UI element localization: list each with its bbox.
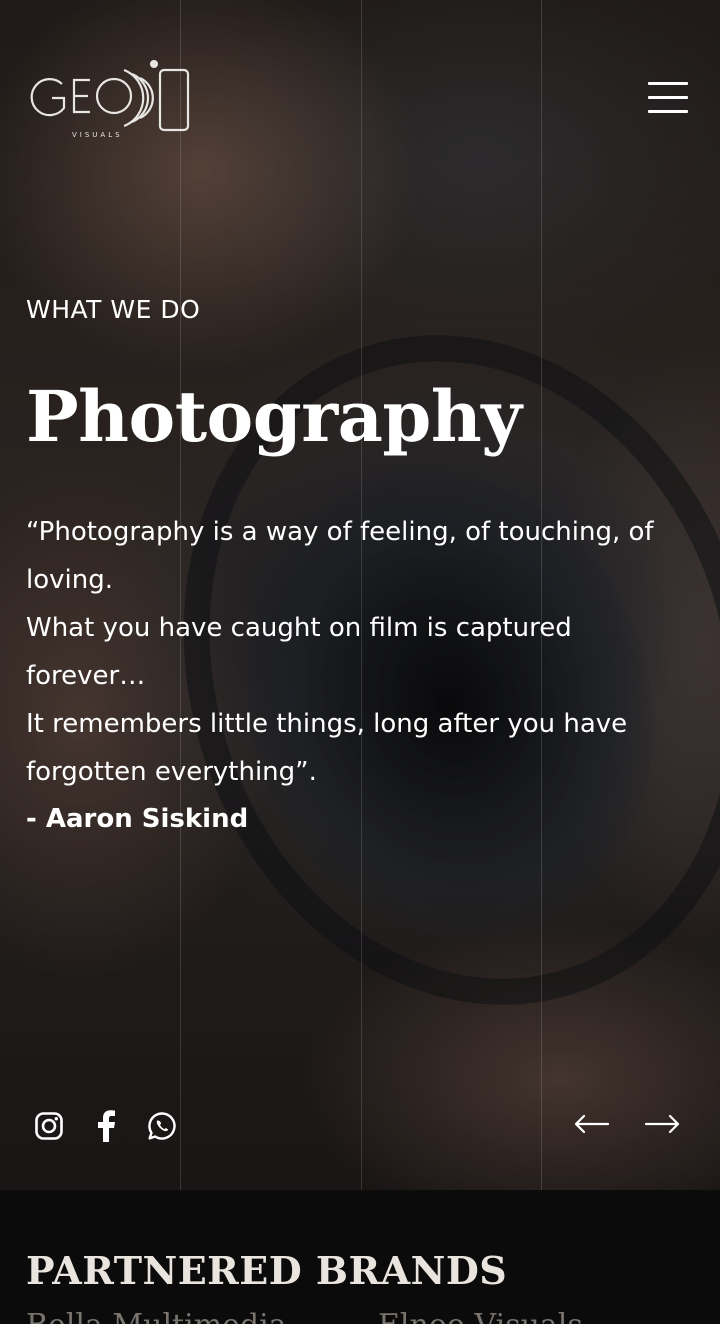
slider-prev-button[interactable]: [572, 1104, 612, 1144]
page-title: Photography: [26, 375, 522, 458]
svg-text:VISUALS: VISUALS: [72, 131, 123, 139]
brand-item[interactable]: Bella Multimedia: [26, 1308, 287, 1324]
facebook-link[interactable]: [86, 1106, 126, 1146]
brand-item[interactable]: Elnoo Visuals: [378, 1308, 583, 1324]
brands-title: PARTNERED BRANDS: [26, 1248, 508, 1293]
slider-next-button[interactable]: [642, 1104, 682, 1144]
quote-line: forgotten everything”.: [26, 757, 317, 787]
instagram-icon: [35, 1112, 63, 1140]
section-eyebrow: WHAT WE DO: [26, 295, 201, 324]
geo-visuals-logo-icon: VISUALS: [30, 60, 190, 139]
quote-author: - Aaron Siskind: [26, 804, 249, 834]
instagram-link[interactable]: [29, 1106, 69, 1146]
hero-section: VISUALS WHAT WE DO Photography “Photogra…: [0, 0, 720, 1190]
quote-line: It remembers little things, long after y…: [26, 709, 628, 739]
partnered-brands-section: PARTNERED BRANDS Bella Multimedia Elnoo …: [0, 1190, 720, 1324]
quote-line: What you have caught on film is captured: [26, 613, 572, 643]
quote-line: forever…: [26, 661, 146, 691]
menu-button[interactable]: [646, 80, 690, 114]
logo[interactable]: VISUALS: [28, 56, 192, 140]
hamburger-menu-icon: [648, 82, 688, 85]
quote-line: loving.: [26, 565, 113, 595]
arrow-right-icon: [644, 1114, 680, 1134]
whatsapp-icon: [148, 1112, 176, 1140]
hero-quote: “Photography is a way of feeling, of tou…: [26, 508, 686, 796]
quote-line: “Photography is a way of feeling, of tou…: [26, 517, 654, 547]
whatsapp-link[interactable]: [142, 1106, 182, 1146]
arrow-left-icon: [574, 1114, 610, 1134]
facebook-icon: [98, 1110, 115, 1142]
